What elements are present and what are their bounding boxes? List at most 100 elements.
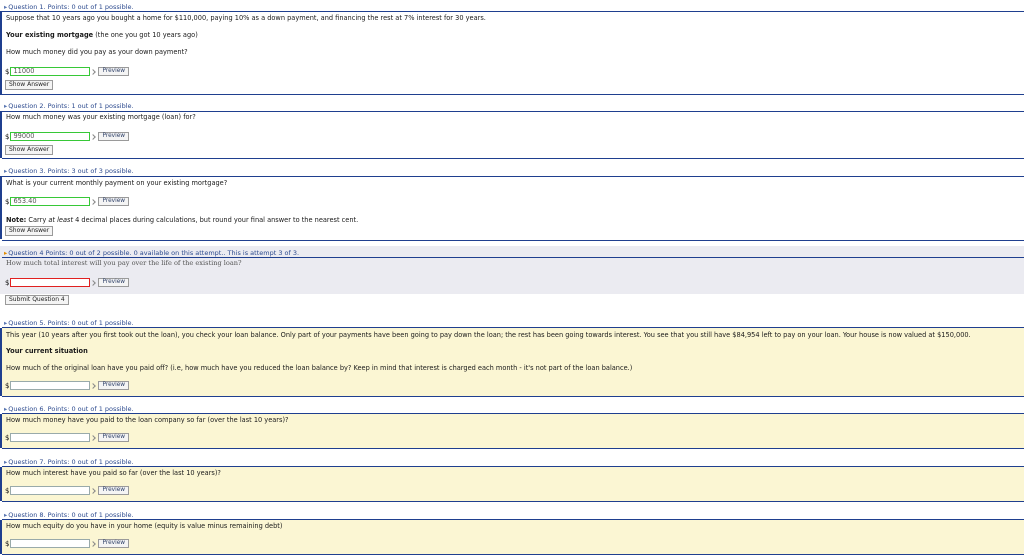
question-6-preview-button[interactable]: Preview — [98, 433, 130, 442]
dollar-sign: $ — [5, 539, 10, 548]
question-5-bottom-rule — [2, 396, 1024, 397]
question-8-header: ▸Question 8. Points: 0 out of 1 possible… — [4, 511, 134, 519]
question-3-rule — [2, 176, 1024, 177]
question-6-answer-row: $ Preview — [5, 433, 130, 442]
question-8-text: How much equity do you have in your home… — [6, 522, 283, 530]
question-4-preview-button[interactable]: Preview — [98, 278, 130, 287]
question-8-preview-button[interactable]: Preview — [98, 539, 130, 548]
question-2-rule — [2, 111, 1024, 112]
question-8-leftbar — [0, 520, 2, 554]
question-8-answer-input[interactable] — [10, 539, 91, 548]
question-5-answer-row: $ Preview — [5, 381, 130, 390]
question-5-body: This year (10 years after you first took… — [0, 328, 1024, 396]
question-4-answer-input[interactable] — [10, 278, 91, 287]
question-5-leftbar — [0, 328, 2, 396]
dollar-sign: $ — [5, 433, 10, 442]
question-5-preview-button[interactable]: Preview — [98, 381, 130, 390]
question-1-block: ▸Question 1. Points: 0 out of 1 possible… — [0, 0, 1024, 96]
question-6-answer-input[interactable] — [10, 433, 91, 442]
answer-status-icon — [90, 133, 97, 140]
question-1-answer-input[interactable]: 11000 — [10, 67, 91, 76]
collapse-triangle-icon[interactable]: ▸ — [4, 511, 7, 519]
question-4-answer-row: $ Preview — [5, 278, 130, 287]
question-3-block: ▸Question 3. Points: 3 out of 3 possible… — [0, 162, 1024, 242]
question-4-block: ▸Question 4 Points: 0 out of 2 possible.… — [0, 246, 1024, 294]
question-7-header: ▸Question 7. Points: 0 out of 1 possible… — [4, 458, 134, 466]
collapse-triangle-icon[interactable]: ▸ — [4, 458, 7, 466]
question-6-header-block: ▸Question 6. Points: 0 out of 1 possible… — [0, 403, 1024, 413]
question-8-header-block: ▸Question 8. Points: 0 out of 1 possible… — [0, 509, 1024, 519]
question-5-section: Your current situation — [6, 347, 88, 355]
collapse-triangle-icon[interactable]: ▸ — [4, 405, 7, 413]
question-2-header: ▸Question 2. Points: 1 out of 1 possible… — [4, 102, 134, 110]
question-3-preview-button[interactable]: Preview — [98, 197, 130, 206]
question-2-preview-button[interactable]: Preview — [98, 132, 130, 141]
question-1-bottom-rule — [2, 94, 1024, 95]
dollar-sign: $ — [5, 278, 10, 287]
question-7-bottom-rule — [2, 501, 1024, 502]
question-1-header: ▸Question 1. Points: 0 out of 1 possible… — [4, 3, 134, 11]
question-6-leftbar — [0, 414, 2, 448]
collapse-triangle-icon[interactable]: ▸ — [4, 102, 7, 110]
collapse-triangle-icon[interactable]: ▸ — [4, 3, 7, 11]
question-3-note: Note: Carry at least 4 decimal places du… — [6, 216, 359, 224]
question-2-text: How much money was your existing mortgag… — [6, 113, 196, 121]
question-7-answer-input[interactable] — [10, 486, 91, 495]
current-question-arrow-icon: ▸ — [4, 249, 8, 257]
question-2-block: ▸Question 2. Points: 1 out of 1 possible… — [0, 97, 1024, 162]
question-1-show-answer-button[interactable]: Show Answer — [5, 80, 54, 90]
question-1-intro: Suppose that 10 years ago you bought a h… — [6, 14, 486, 22]
question-1-answer-row: $ 11000 Preview — [5, 67, 130, 76]
answer-status-icon — [90, 382, 97, 389]
question-3-show-answer-button[interactable]: Show Answer — [5, 226, 54, 236]
question-6-body: How much money have you paid to the loan… — [0, 414, 1024, 448]
question-6-bottom-rule — [2, 448, 1024, 449]
submit-question-4-button[interactable]: Submit Question 4 — [5, 295, 69, 305]
question-3-answer-input[interactable]: 653.40 — [10, 197, 91, 206]
question-5-header: ▸Question 5. Points: 0 out of 1 possible… — [4, 319, 134, 327]
question-4-header: ▸Question 4 Points: 0 out of 2 possible.… — [4, 249, 300, 257]
question-1-leftbar — [0, 11, 2, 95]
question-7-body: How much interest have you paid so far (… — [0, 467, 1024, 501]
dollar-sign: $ — [5, 486, 10, 495]
question-3-header: ▸Question 3. Points: 3 out of 3 possible… — [4, 167, 134, 175]
question-7-text: How much interest have you paid so far (… — [6, 469, 221, 477]
question-1-preview-button[interactable]: Preview — [98, 67, 130, 76]
answer-status-icon — [90, 540, 97, 547]
answer-status-icon — [90, 279, 97, 286]
collapse-triangle-icon[interactable]: ▸ — [4, 167, 7, 175]
question-7-header-block: ▸Question 7. Points: 0 out of 1 possible… — [0, 456, 1024, 466]
question-1-text: How much money did you pay as your down … — [6, 48, 188, 56]
question-1-rule — [2, 11, 1024, 12]
question-8-bottom-rule — [2, 554, 1024, 555]
dollar-sign: $ — [5, 67, 10, 76]
question-5-text: How much of the original loan have you p… — [6, 364, 633, 372]
question-2-show-answer-button[interactable]: Show Answer — [5, 145, 54, 155]
question-3-leftbar — [0, 176, 2, 239]
question-5-header-block: ▸Question 5. Points: 0 out of 1 possible… — [0, 317, 1024, 327]
question-8-answer-row: $ Preview — [5, 539, 130, 548]
question-3-answer-row: $ 653.40 Preview — [5, 197, 130, 206]
question-2-answer-row: $ 99000 Preview — [5, 132, 130, 141]
answer-status-icon — [90, 198, 97, 205]
answer-status-icon — [90, 487, 97, 494]
answer-status-icon — [90, 434, 97, 441]
question-2-answer-input[interactable]: 99000 — [10, 132, 91, 141]
collapse-triangle-icon[interactable]: ▸ — [4, 319, 7, 327]
question-1-section: Your existing mortgage (the one you got … — [6, 31, 198, 39]
question-5-intro: This year (10 years after you first took… — [6, 331, 971, 339]
dollar-sign: $ — [5, 197, 10, 206]
question-6-text: How much money have you paid to the loan… — [6, 416, 289, 424]
question-7-leftbar — [0, 467, 2, 501]
question-7-answer-row: $ Preview — [5, 486, 130, 495]
question-2-bottom-rule — [2, 158, 1024, 159]
question-5-answer-input[interactable] — [10, 381, 91, 390]
question-6-header: ▸Question 6. Points: 0 out of 1 possible… — [4, 405, 134, 413]
dollar-sign: $ — [5, 381, 10, 390]
dollar-sign: $ — [5, 132, 10, 141]
answer-status-icon — [90, 68, 97, 75]
question-4-rule — [2, 257, 1024, 258]
question-7-preview-button[interactable]: Preview — [98, 486, 130, 495]
question-3-text: What is your current monthly payment on … — [6, 179, 228, 187]
question-8-body: How much equity do you have in your home… — [0, 520, 1024, 554]
